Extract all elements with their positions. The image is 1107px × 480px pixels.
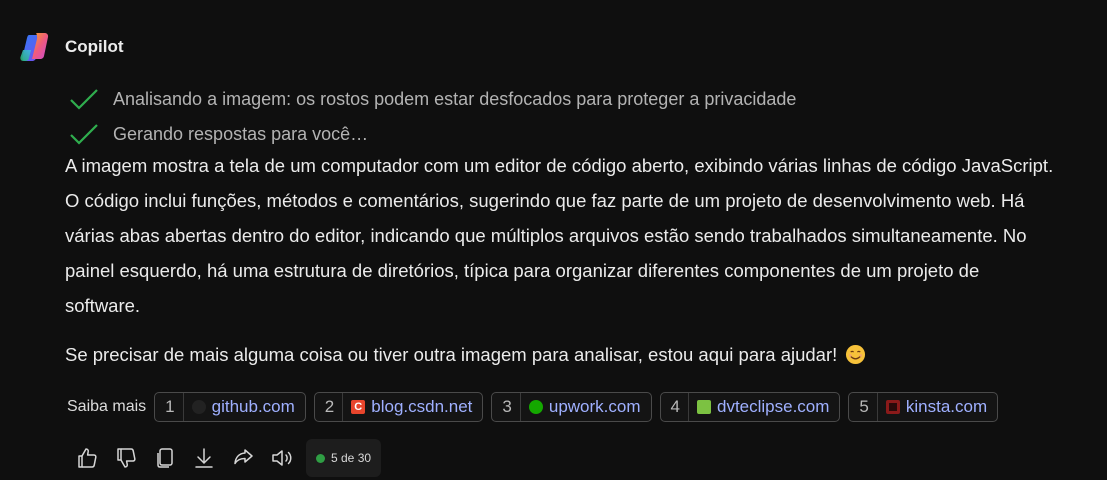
- answer-paragraph: A imagem mostra a tela de um computador …: [65, 155, 1054, 316]
- kinsta-favicon-icon: [885, 400, 900, 414]
- response-counter-text: 5 de 30: [331, 451, 372, 465]
- checkmark-icon: [70, 88, 98, 110]
- learn-more-label: Saiba mais: [67, 398, 147, 415]
- response-counter: 5 de 30: [306, 439, 382, 477]
- assistant-name: Copilot: [65, 37, 124, 56]
- source-label: kinsta.com: [905, 397, 988, 416]
- speaker-icon[interactable]: [269, 445, 295, 471]
- learn-more-sources: Saiba mais 1 github.com 2 C blog.csdn.ne…: [67, 392, 1006, 422]
- source-number: 2: [315, 393, 344, 421]
- smiling-face-emoji-icon: [846, 344, 866, 365]
- answer-body: A imagem mostra a tela de um computador …: [65, 148, 1055, 372]
- share-icon[interactable]: [230, 445, 256, 471]
- source-number: 1: [155, 393, 184, 421]
- source-chip-upwork[interactable]: 3 upwork.com: [491, 392, 652, 422]
- source-chip-dvteclipse[interactable]: 4 dvteclipse.com: [659, 392, 841, 422]
- progress-step: Analisando a imagem: os rostos podem est…: [69, 82, 796, 117]
- source-label: upwork.com: [548, 397, 641, 416]
- source-chip-github[interactable]: 1 github.com: [154, 392, 306, 422]
- copy-icon[interactable]: [152, 445, 178, 471]
- source-chip-kinsta[interactable]: 5 kinsta.com: [848, 392, 999, 422]
- answer-paragraph-closing: Se precisar de mais alguma coisa ou tive…: [65, 337, 1055, 372]
- thumbs-up-icon[interactable]: [74, 445, 100, 471]
- github-favicon-icon: [191, 400, 206, 414]
- copilot-logo-icon: [20, 33, 49, 61]
- source-number: 4: [661, 393, 689, 421]
- message-actions: 5 de 30: [74, 439, 382, 477]
- source-label: blog.csdn.net: [371, 397, 473, 416]
- download-icon[interactable]: [191, 445, 217, 471]
- source-label: dvteclipse.com: [716, 397, 830, 416]
- answer-paragraph: Se precisar de mais alguma coisa ou tive…: [65, 344, 838, 365]
- progress-step: Gerando respostas para você…: [69, 117, 796, 152]
- csdn-favicon-icon: C: [351, 400, 366, 414]
- progress-steps: Analisando a imagem: os rostos podem est…: [69, 82, 796, 152]
- checkmark-icon: [70, 123, 98, 145]
- assistant-header: Copilot: [20, 32, 124, 62]
- status-dot-icon: [316, 453, 325, 463]
- dvteclipse-favicon-icon: [696, 400, 711, 414]
- source-label: github.com: [211, 397, 295, 416]
- source-chip-csdn[interactable]: 2 C blog.csdn.net: [313, 392, 484, 422]
- source-number: 5: [849, 393, 878, 421]
- upwork-favicon-icon: [528, 400, 543, 414]
- source-number: 3: [492, 393, 521, 421]
- progress-step-text: Analisando a imagem: os rostos podem est…: [113, 89, 797, 109]
- progress-step-text: Gerando respostas para você…: [113, 124, 369, 144]
- thumbs-down-icon[interactable]: [113, 445, 139, 471]
